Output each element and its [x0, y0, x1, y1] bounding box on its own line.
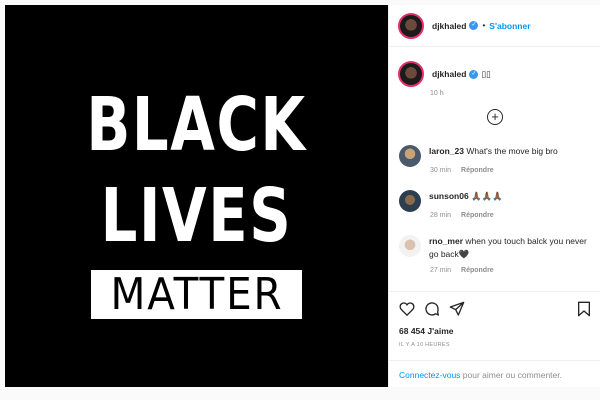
comment-body: rno_mer when you touch balck you never g…: [429, 235, 594, 261]
follow-button[interactable]: S'abonner: [489, 21, 530, 31]
caption-text: ▯▯: [481, 68, 491, 79]
comment-text: 🙏🏾🙏🏾🙏🏾: [471, 191, 503, 201]
comment-text: What's the move big bro: [466, 146, 558, 156]
comment-time: 30 min: [430, 167, 452, 174]
post-sidebar: djkhaled ✓ • S'abonner djkhaled ✓ ▯▯ 10 …: [388, 5, 600, 387]
add-comment-icon[interactable]: +: [487, 109, 503, 125]
post-caption: djkhaled ✓ ▯▯: [398, 61, 491, 87]
comment-meta: 28 min Répondre: [430, 212, 494, 219]
comment-avatar[interactable]: [399, 145, 421, 167]
login-prompt: Connectez-vous pour aimer ou commenter.: [389, 360, 600, 389]
comment-username[interactable]: rno_mer: [429, 236, 463, 246]
comment-body: laron_23 What's the move big bro: [429, 145, 594, 158]
comment-body: sunson06 🙏🏾🙏🏾🙏🏾: [429, 190, 594, 203]
comment-icon[interactable]: [424, 301, 440, 317]
heart-icon[interactable]: [399, 301, 415, 316]
post-timestamp: IL Y A 10 HEURES: [399, 342, 450, 348]
post-image-text-lives: LIVES: [100, 173, 293, 259]
caption-avatar[interactable]: [398, 61, 424, 87]
comment-avatar[interactable]: [399, 235, 421, 257]
post-header: djkhaled ✓ • S'abonner: [389, 5, 600, 47]
share-icon[interactable]: [449, 301, 465, 317]
comment-username[interactable]: laron_23: [429, 146, 464, 156]
reply-button[interactable]: Répondre: [461, 167, 494, 174]
comment-avatar[interactable]: [399, 190, 421, 212]
login-prompt-text: pour aimer ou commenter.: [460, 370, 562, 380]
caption-time: 10 h: [430, 90, 444, 97]
post-image-text-matter: MATTER: [110, 269, 283, 320]
comment-time: 28 min: [430, 212, 452, 219]
bookmark-icon[interactable]: [577, 301, 591, 317]
header-separator: •: [482, 21, 486, 30]
comment-username[interactable]: sunson06: [429, 191, 469, 201]
comment-meta: 27 min Répondre: [430, 267, 494, 274]
comment-meta: 30 min Répondre: [430, 167, 494, 174]
login-link[interactable]: Connectez-vous: [399, 370, 460, 380]
post-actions: 68 454 J'aime IL Y A 10 HEURES Connectez…: [389, 291, 600, 387]
verified-icon: ✓: [469, 21, 479, 30]
caption-username[interactable]: djkhaled: [432, 69, 466, 79]
likes-count[interactable]: 68 454 J'aime: [399, 326, 453, 336]
comment-time: 27 min: [430, 267, 452, 274]
reply-button[interactable]: Répondre: [461, 212, 494, 219]
comment-item: sunson06 🙏🏾🙏🏾🙏🏾: [399, 190, 594, 212]
reply-button[interactable]: Répondre: [461, 267, 494, 274]
author-username[interactable]: djkhaled: [432, 21, 466, 31]
instagram-post-modal: BLACK LIVES MATTER djkhaled ✓ • S'abonne…: [0, 0, 600, 400]
post-image: BLACK LIVES MATTER: [5, 5, 388, 387]
comment-item: laron_23 What's the move big bro: [399, 145, 594, 167]
post-image-text-black: BLACK: [86, 82, 307, 168]
author-avatar[interactable]: [398, 12, 424, 39]
post-image-matter-box: MATTER: [91, 269, 302, 320]
comment-item: rno_mer when you touch balck you never g…: [399, 235, 594, 261]
verified-icon: ✓: [469, 69, 479, 79]
